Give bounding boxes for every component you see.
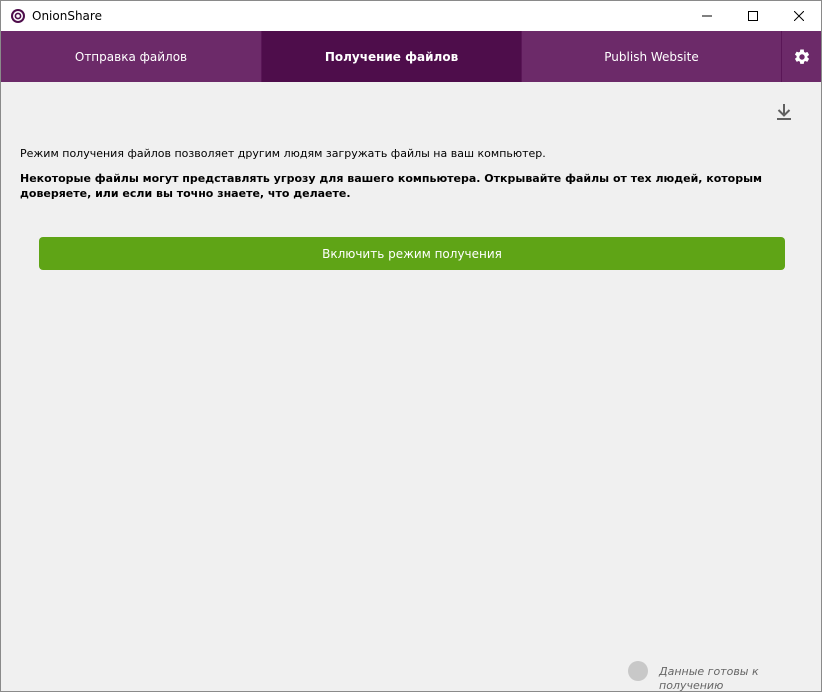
tab-share-label: Отправка файлов — [74, 49, 188, 64]
minimize-icon — [702, 15, 712, 17]
settings-button[interactable] — [782, 31, 821, 82]
security-warning: Некоторые файлы могут представлять угроз… — [20, 172, 763, 200]
maximize-button[interactable] — [730, 1, 776, 31]
tab-publish-website[interactable]: Publish Website — [522, 31, 781, 82]
tab-share[interactable]: Отправка файлов — [1, 31, 261, 82]
onionshare-logo-icon — [11, 9, 25, 23]
tab-receive[interactable]: Получение файлов — [262, 31, 521, 82]
start-receive-mode-button[interactable]: Включить режим получения — [39, 237, 785, 270]
status-text: Данные готовы к получению — [659, 665, 759, 692]
close-icon — [794, 11, 804, 21]
minimize-button[interactable] — [684, 1, 730, 31]
download-icon[interactable] — [775, 102, 793, 122]
receive-mode-panel: Режим получения файлов позволяет другим … — [1, 82, 821, 691]
receive-mode-description: Режим получения файлов позволяет другим … — [20, 147, 546, 160]
app-window: OnionShare Отправка файлов Получение фай… — [0, 0, 822, 692]
tab-publish-label: Publish Website — [604, 49, 699, 64]
start-receive-mode-label: Включить режим получения — [322, 246, 502, 261]
maximize-icon — [748, 11, 758, 21]
mode-tab-bar: Отправка файлов Получение файлов Publish… — [1, 31, 821, 82]
window-title: OnionShare — [32, 9, 102, 23]
title-bar[interactable]: OnionShare — [1, 1, 821, 31]
gear-icon — [794, 48, 809, 64]
status-indicator-icon — [628, 661, 648, 681]
tab-receive-label: Получение файлов — [324, 49, 459, 64]
close-button[interactable] — [776, 1, 821, 31]
